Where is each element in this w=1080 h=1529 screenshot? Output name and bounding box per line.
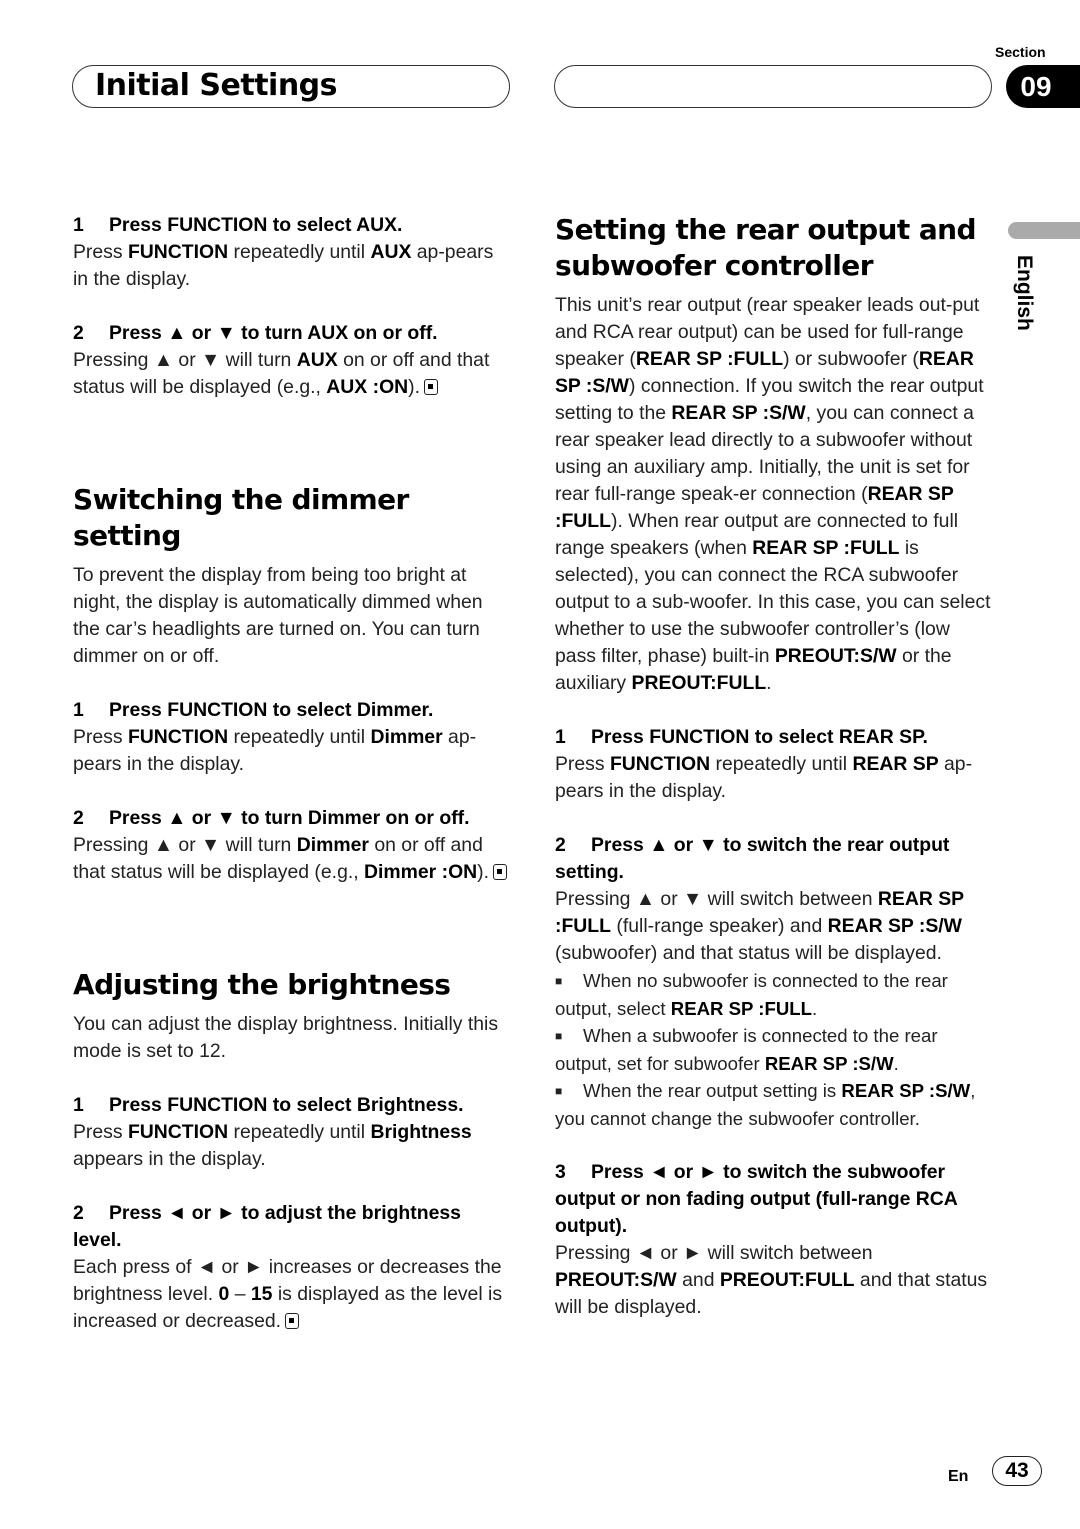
note-item: ■ When the rear output setting is REAR SP… <box>555 1080 976 1129</box>
bold-term: PREOUT:S/W <box>774 645 897 667</box>
bold-term: FUNCTION <box>127 241 229 263</box>
step-number: 2 <box>73 322 84 344</box>
bold-term: PREOUT:S/W <box>555 1269 677 1291</box>
step-title: 1 Press FUNCTION to select Dimmer. <box>73 697 513 724</box>
note-bullet-icon: ■ <box>555 1029 563 1043</box>
note-bullet-icon: ■ <box>555 1084 563 1098</box>
bold-term: REAR SP :S/W <box>764 1053 894 1074</box>
step-number: 1 <box>73 1094 84 1116</box>
step-title: 1 Press FUNCTION to select AUX. <box>73 212 513 239</box>
bold-term: AUX <box>296 349 338 371</box>
body-text: Each press of ◄ or ► increases or decrea… <box>73 1256 503 1332</box>
section-heading: Setting the rear output and subwoofer co… <box>555 213 976 282</box>
bold-term: FUNCTION <box>127 726 229 748</box>
language-label: English <box>1013 255 1036 331</box>
bold-term: Dimmer <box>370 726 443 748</box>
step-number: 2 <box>73 807 84 829</box>
step-number: 1 <box>73 699 84 721</box>
end-of-section-icon <box>285 1313 300 1329</box>
end-of-section-icon <box>424 379 439 395</box>
step-title: 2 Press ▲ or ▼ to switch the rear output … <box>555 834 950 883</box>
bold-term: Dimmer :ON <box>364 861 478 883</box>
header-empty-frame <box>554 65 992 108</box>
bold-term: REAR SP :S/W <box>841 1080 971 1101</box>
body-text: Press FUNCTION repeatedly until Brightne… <box>73 1121 472 1170</box>
bold-term: AUX <box>370 241 412 263</box>
end-of-section-icon <box>493 864 508 880</box>
step-title: 3 Press ◄ or ► to switch the subwoofer ou… <box>555 1161 958 1237</box>
body-text: Pressing ◄ or ► will switch between PREO… <box>555 1242 988 1318</box>
bold-term: FUNCTION <box>609 753 711 775</box>
footer-language-code: En <box>948 1468 969 1485</box>
bold-term: REAR SP :FULL <box>752 537 900 559</box>
body-text: Pressing ▲ or ▼ will switch between REAR… <box>555 888 964 964</box>
bold-term: REAR SP <box>852 753 939 775</box>
step-title: 2 Press ▲ or ▼ to turn AUX on or off. <box>73 320 513 347</box>
body-text: You can adjust the display brightness. I… <box>73 1013 499 1062</box>
section-label: Section <box>995 44 1046 60</box>
body-text: This unit’s rear output (rear speaker le… <box>555 294 991 694</box>
body-text: Press FUNCTION repeatedly until Dimmer a… <box>73 726 477 775</box>
step-number: 1 <box>555 726 566 748</box>
bold-term: REAR SP :S/W <box>827 915 962 937</box>
step-number: 3 <box>555 1161 566 1183</box>
bold-term: REAR SP :S/W <box>671 402 806 424</box>
bold-term: 15 <box>250 1283 273 1305</box>
section-heading: Switching the dimmer setting <box>73 483 409 552</box>
step-number: 1 <box>73 214 84 236</box>
step-title: 2 Press ▲ or ▼ to turn Dimmer on or off. <box>73 805 513 832</box>
section-number-tab: 09 <box>1006 65 1080 108</box>
page-title: Initial Settings <box>95 68 338 103</box>
step-title: 1 Press FUNCTION to select Brightness. <box>73 1092 513 1119</box>
bold-term: REAR SP :FULL <box>635 348 784 370</box>
body-text: Press FUNCTION repeatedly until AUX ap-p… <box>73 241 494 290</box>
bold-term: PREOUT:FULL <box>631 672 767 694</box>
body-text: Pressing ▲ or ▼ will turn Dimmer on or o… <box>73 832 513 886</box>
bold-term: Dimmer <box>296 834 369 856</box>
step-number: 2 <box>555 834 566 856</box>
bold-term: REAR SP :FULL <box>670 998 812 1019</box>
step-number: 2 <box>73 1202 84 1224</box>
body-text: To prevent the display from being too br… <box>73 564 483 667</box>
bold-term: 0 <box>218 1283 230 1305</box>
bold-term: FUNCTION <box>127 1121 229 1143</box>
note-item: ■ When a subwoofer is connected to the re… <box>555 1025 938 1074</box>
body-text: Pressing ▲ or ▼ will turn AUX on or off … <box>73 349 490 398</box>
bold-term: Brightness <box>370 1121 472 1143</box>
right-column: Setting the rear output and subwoofer co… <box>555 212 995 1321</box>
step-title: 1 Press FUNCTION to select REAR SP. <box>555 724 995 751</box>
section-heading: Adjusting the brightness <box>73 968 451 1001</box>
bold-term: AUX :ON <box>326 376 409 398</box>
note-item: ■ When no subwoofer is connected to the r… <box>555 970 948 1019</box>
step-title: 2 Press ◄ or ► to adjust the brightness l… <box>73 1202 461 1251</box>
left-column: 1 Press FUNCTION to select AUX. Press FUNC… <box>73 212 513 1335</box>
bold-term: REAR SP :FULL <box>555 483 954 532</box>
body-text: Press FUNCTION repeatedly until REAR SP … <box>555 753 973 802</box>
page-number: 43 <box>992 1456 1042 1486</box>
language-tab-marker <box>1008 222 1080 239</box>
bold-term: PREOUT:FULL <box>719 1269 855 1291</box>
note-bullet-icon: ■ <box>555 974 563 988</box>
